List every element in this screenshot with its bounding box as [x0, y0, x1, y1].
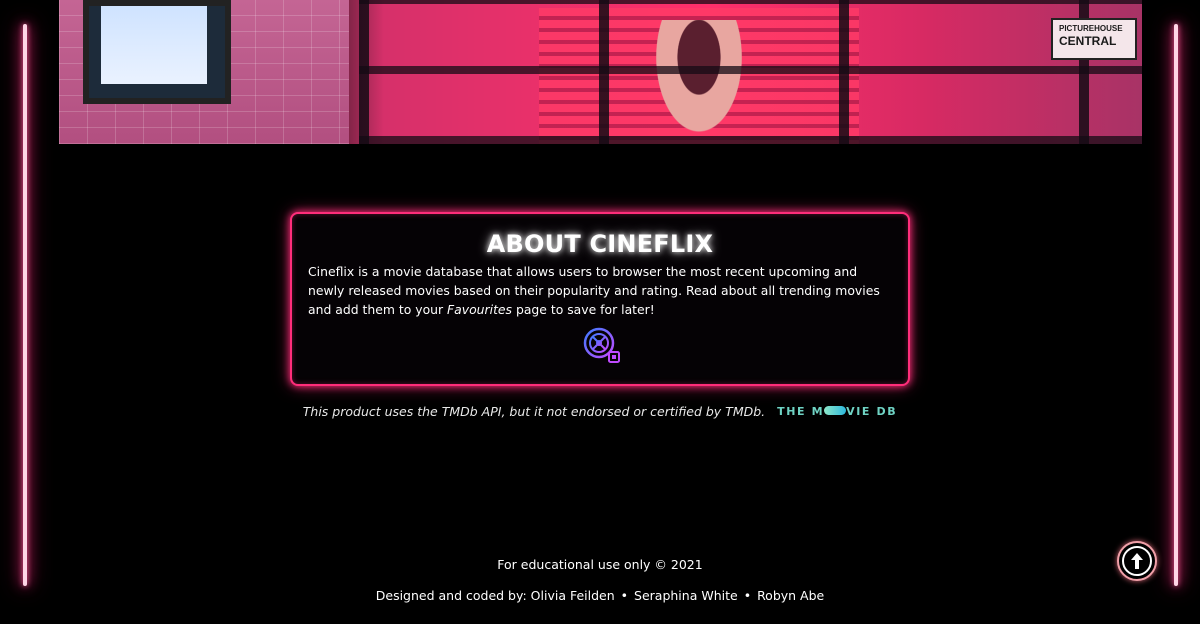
credits-separator: • — [743, 588, 752, 603]
tmdb-logo-pill-icon — [824, 406, 847, 415]
hero-sign-line1: PICTUREHOUSE — [1059, 24, 1123, 33]
author-name: Robyn Abe — [757, 588, 825, 603]
hero-cinema-sign: PICTUREHOUSE CENTRAL — [1051, 18, 1137, 60]
hero-poster-frame — [83, 0, 231, 104]
author-name: Olivia Feilden — [530, 588, 615, 603]
tmdb-attribution: This product uses the TMDb API, but it n… — [0, 404, 1200, 419]
tmdb-logo[interactable]: THE M VIE DB — [777, 405, 897, 418]
tmdb-logo-left: THE M — [777, 405, 825, 418]
credits-separator: • — [620, 588, 629, 603]
hero-sign-line2: CENTRAL — [1059, 34, 1117, 48]
tmdb-logo-right: VIE DB — [846, 405, 898, 418]
about-title: ABOUT CINEFLIX — [486, 230, 714, 258]
tmdb-notice-text: This product uses the TMDb API, but it n… — [302, 404, 766, 419]
arrow-up-icon — [1122, 546, 1152, 576]
about-text-part2: page to save for later! — [512, 302, 655, 317]
about-card: ABOUT CINEFLIX Cineflix is a movie datab… — [290, 212, 910, 386]
hero-banner-image: PICTUREHOUSE CENTRAL — [59, 0, 1142, 144]
hero-window-frame — [359, 0, 1142, 144]
neon-border-right — [1174, 24, 1178, 586]
neon-border-left — [23, 24, 27, 586]
scroll-to-top-button[interactable] — [1117, 541, 1157, 581]
footer-credits: Designed and coded by: Olivia Feilden • Se… — [0, 588, 1200, 603]
footer-educational-notice: For educational use only © 2021 — [497, 557, 703, 572]
film-reel-icon — [582, 326, 622, 366]
about-description: Cineflix is a movie database that allows… — [308, 262, 892, 319]
credits-prefix: Designed and coded by: — [375, 588, 527, 603]
author-name: Seraphina White — [634, 588, 738, 603]
favourites-link[interactable]: Favourites — [447, 302, 512, 317]
